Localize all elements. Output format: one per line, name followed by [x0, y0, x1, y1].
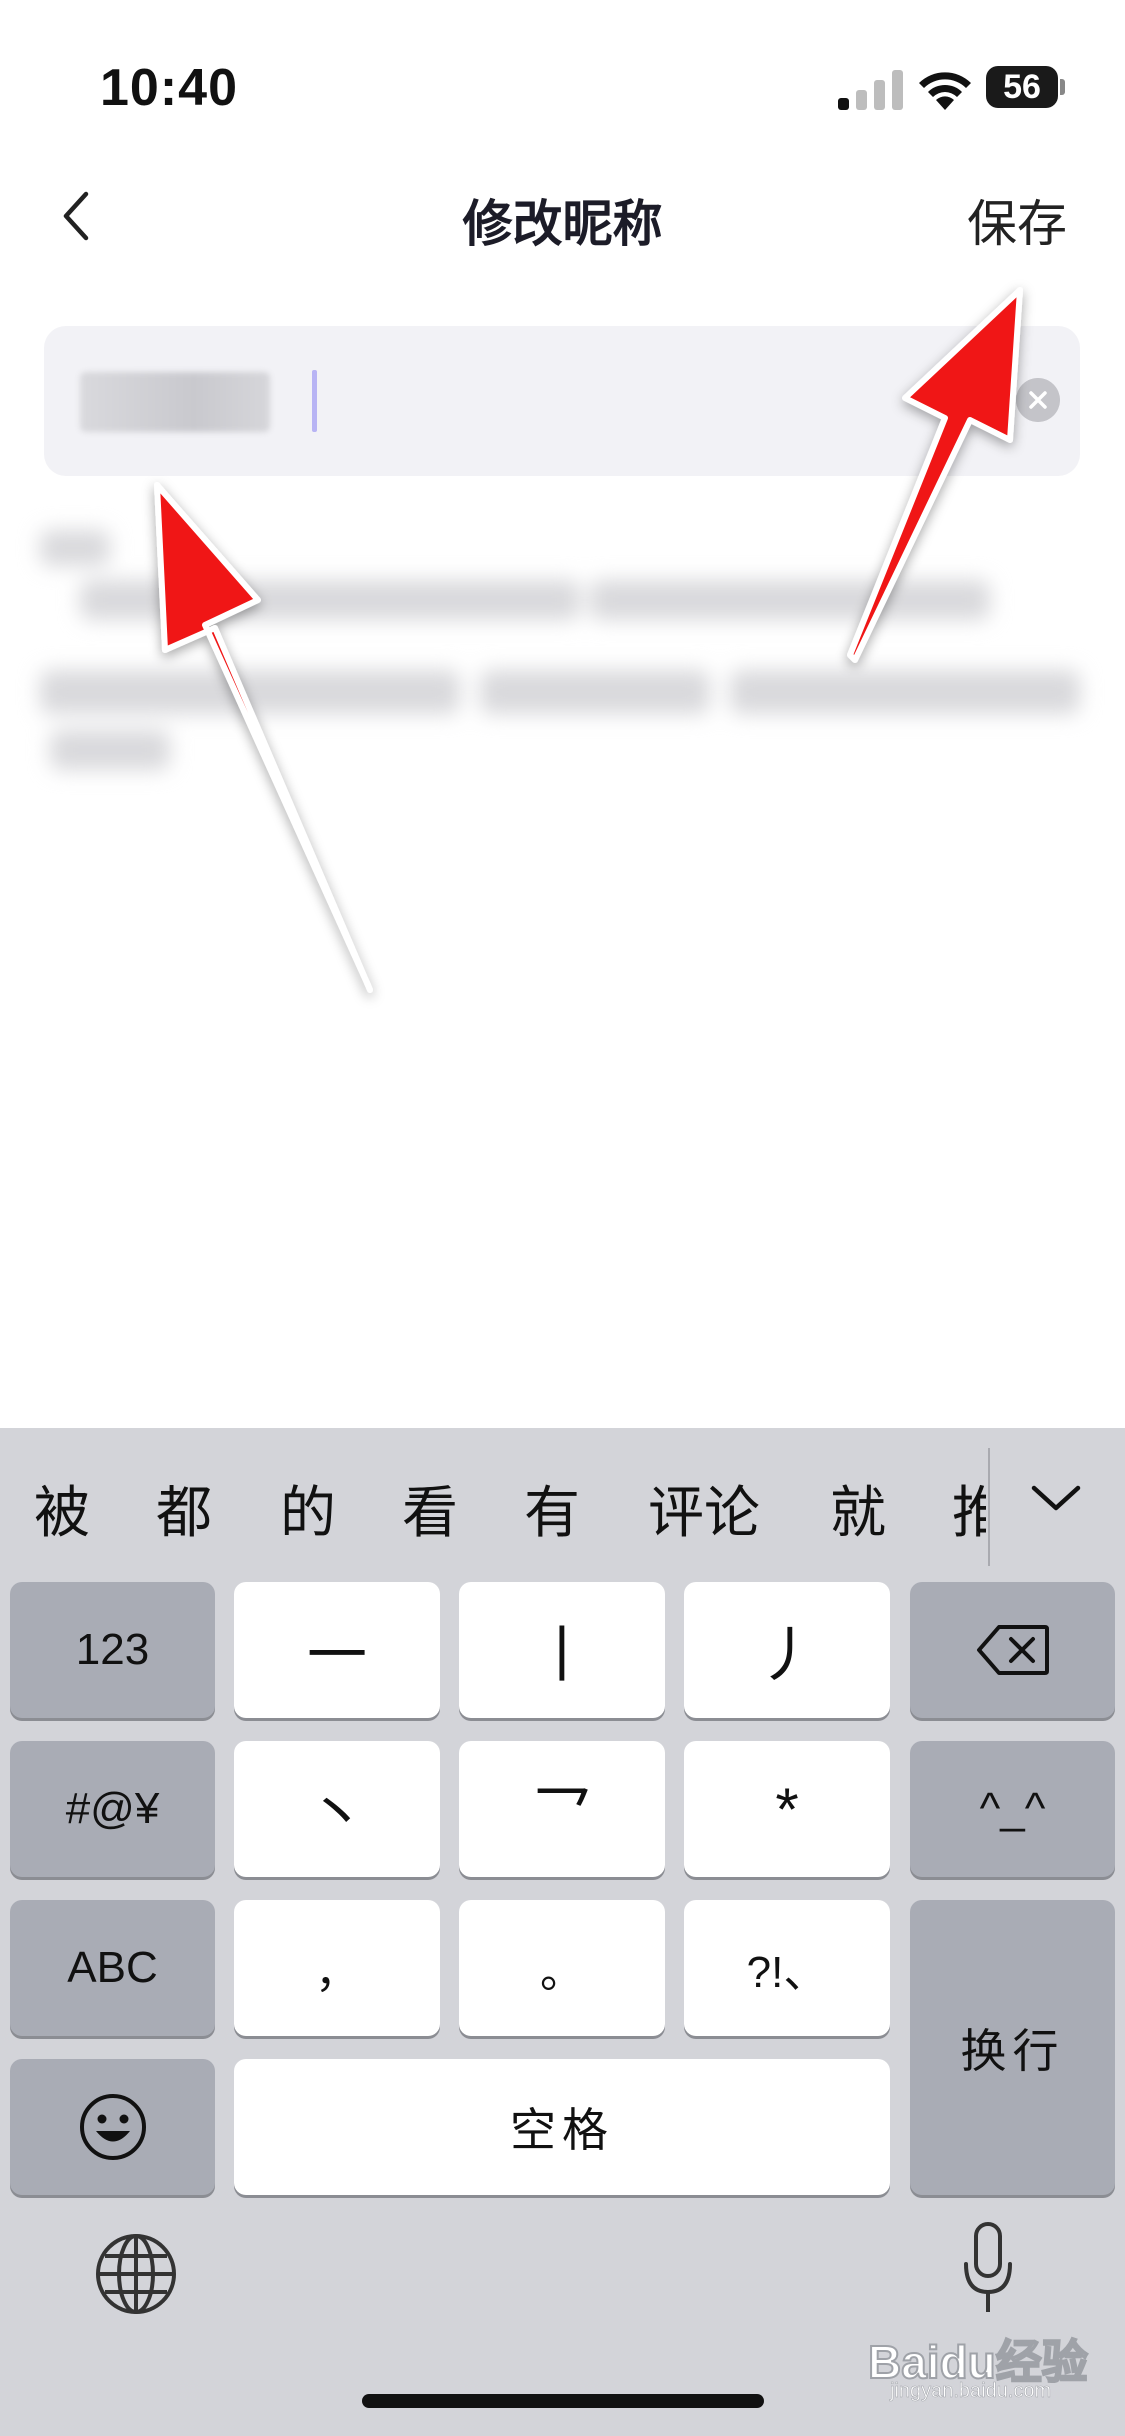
save-button[interactable]: 保存 [967, 184, 1067, 256]
clear-icon[interactable] [1016, 378, 1060, 422]
candidate-bar: 被 都 的 看 有 评论 就 推 [0, 1428, 1125, 1576]
delete-button[interactable] [910, 1582, 1115, 1718]
key-punctuation[interactable]: ?!、 [684, 1900, 890, 2036]
globe-icon[interactable] [92, 2230, 180, 2318]
battery-icon: 56 [986, 66, 1066, 108]
blurred-hint-text [30, 520, 1090, 780]
key-stroke-pie[interactable]: 丿 [684, 1582, 890, 1718]
key-label: 换行 [960, 2023, 1065, 2078]
key-label: ， [315, 1948, 359, 1997]
key-label: 丿 [757, 1621, 817, 1689]
candidate-item[interactable]: 推 [952, 1468, 986, 1549]
key-label: ?!、 [746, 1948, 828, 1997]
key-label: 丶 [307, 1780, 367, 1848]
microphone-icon[interactable] [960, 2220, 1016, 2320]
chevron-down-icon[interactable] [1030, 1480, 1082, 1516]
home-indicator[interactable] [362, 2394, 764, 2408]
key-stroke-zhe[interactable]: 乛 [459, 1741, 665, 1877]
key-stroke-dian[interactable]: 丶 [234, 1741, 440, 1877]
page-title: 修改昵称 [462, 195, 663, 253]
key-label: 空格 [510, 2103, 614, 2157]
status-bar: 10:40 56 [0, 0, 1125, 150]
candidate-item[interactable]: 都 [156, 1468, 212, 1549]
key-wildcard[interactable]: * [684, 1741, 890, 1877]
candidate-item[interactable]: 就 [830, 1468, 886, 1549]
backspace-icon [976, 1625, 1049, 1675]
nav-bar: 修改昵称 保存 [0, 150, 1125, 280]
candidate-item[interactable]: 被 [34, 1468, 90, 1549]
candidate-item[interactable]: 评论 [648, 1468, 760, 1549]
key-label: ^_^ [979, 1784, 1046, 1833]
key-stroke-heng[interactable]: 一 [234, 1582, 440, 1718]
battery-level: 56 [1003, 68, 1041, 106]
key-abc[interactable]: ABC [10, 1900, 215, 2036]
wifi-icon [919, 72, 971, 110]
key-123[interactable]: 123 [10, 1582, 215, 1718]
key-label: ABC [67, 1943, 158, 1992]
cellular-signal-icon [838, 70, 903, 110]
key-label: #@¥ [65, 1784, 160, 1833]
key-label: * [775, 1775, 799, 1843]
key-label: 乛 [532, 1780, 592, 1848]
key-label: 丨 [532, 1621, 592, 1689]
space-bar[interactable]: 空格 [234, 2059, 890, 2195]
watermark-url: jingyan.baidu.com [890, 2380, 1052, 2403]
candidate-divider [988, 1448, 990, 1566]
key-stroke-shu[interactable]: 丨 [459, 1582, 665, 1718]
baidu-watermark: Baidu经验 jingyan.baidu.com [860, 2320, 1120, 2410]
text-caret [312, 370, 317, 432]
key-emoticon[interactable]: ^_^ [910, 1741, 1115, 1877]
key-period[interactable]: 。 [459, 1900, 665, 2036]
emoji-icon [79, 2094, 146, 2160]
key-label: 123 [75, 1625, 150, 1674]
key-label: 一 [307, 1621, 367, 1689]
battery-nub [1060, 79, 1065, 95]
candidate-item[interactable]: 看 [402, 1468, 458, 1549]
nickname-input[interactable]: •••••• [44, 326, 1080, 476]
return-button[interactable]: 换行 [910, 1900, 1115, 2195]
emoji-button[interactable] [10, 2059, 215, 2195]
candidate-item[interactable]: 有 [524, 1468, 580, 1549]
status-time: 10:40 [100, 59, 238, 117]
key-comma[interactable]: ， [234, 1900, 440, 2036]
nickname-value: •••••• [80, 372, 270, 432]
key-label: 。 [540, 1948, 584, 1997]
key-symbols[interactable]: #@¥ [10, 1741, 215, 1877]
candidate-item[interactable]: 的 [280, 1468, 336, 1549]
